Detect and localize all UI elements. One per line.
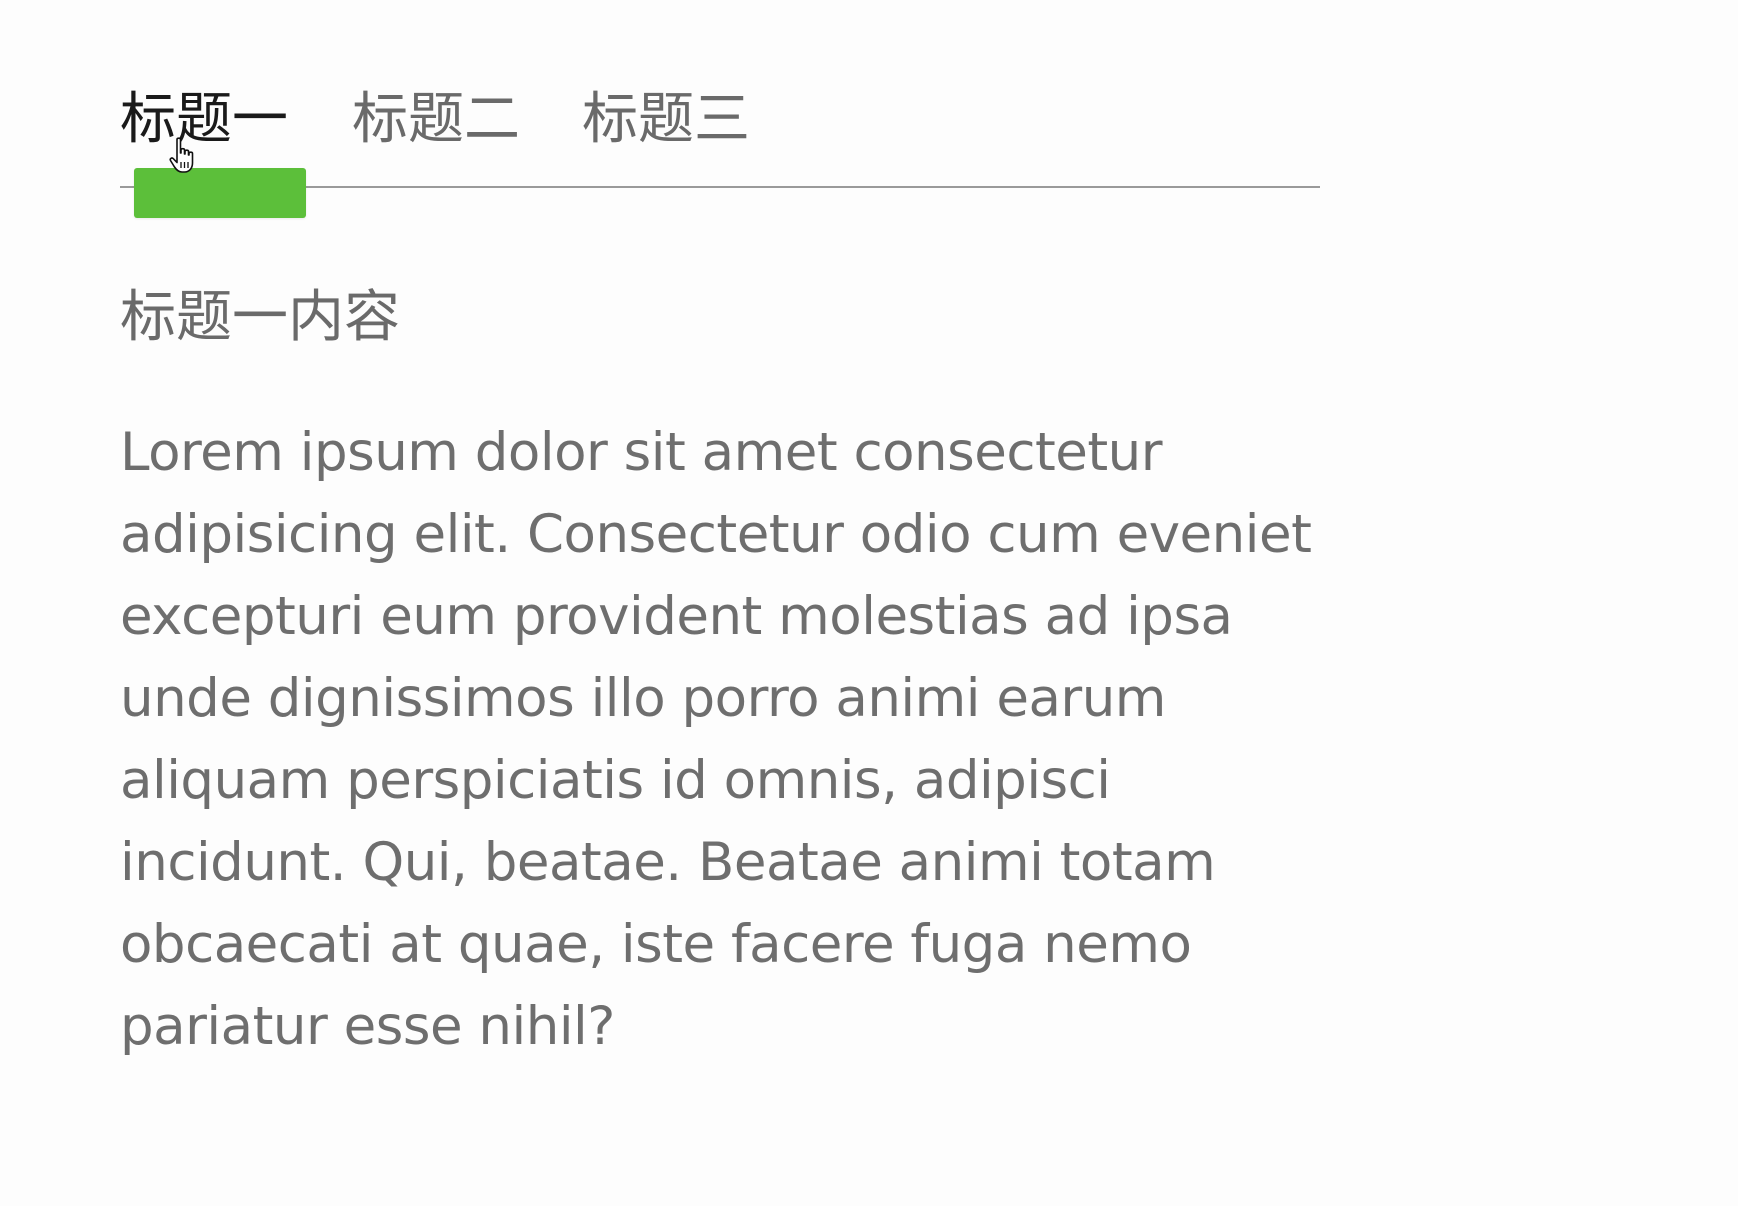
- panel-heading: 标题一内容: [120, 285, 400, 350]
- tabs-component: 标题一 标题二 标题三: [120, 70, 1320, 218]
- panel-body-text: Lorem ipsum dolor sit amet consectetur a…: [120, 422, 1312, 1057]
- tab-bar: 标题一 标题二 标题三: [120, 70, 1320, 218]
- active-tab-indicator: [134, 168, 306, 218]
- hand-pointer-icon: [169, 137, 194, 173]
- tab-title-2[interactable]: 标题二: [352, 80, 520, 160]
- tab-title-1[interactable]: 标题一: [120, 80, 288, 160]
- tab-title-3[interactable]: 标题三: [582, 80, 750, 160]
